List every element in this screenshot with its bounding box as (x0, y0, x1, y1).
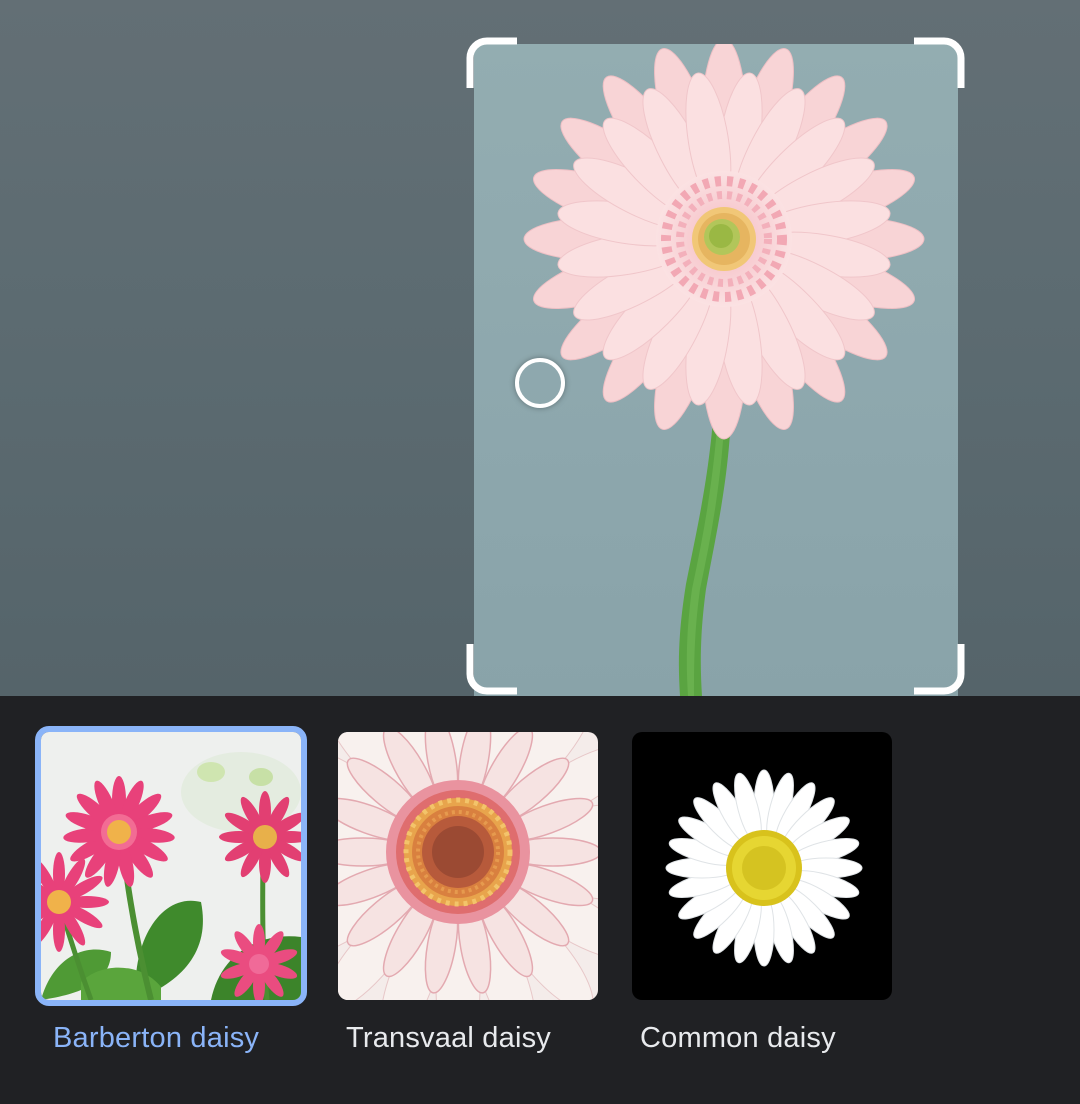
result-label-common-daisy[interactable]: Common daisy (640, 1022, 836, 1055)
result-label-transvaal-daisy[interactable]: Transvaal daisy (346, 1022, 551, 1055)
barberton-daisy-thumbnail (35, 726, 307, 1006)
crop-corner-top-left-handle[interactable] (465, 36, 521, 92)
crop-corner-bottom-left-handle[interactable] (465, 640, 521, 696)
results-sheet: Barberton daisy Transvaal daisy Common d… (0, 696, 1080, 1104)
transvaal-daisy-thumbnail (338, 732, 598, 1000)
crop-corner-bottom-right-handle[interactable] (910, 640, 966, 696)
image-viewer (0, 0, 1080, 696)
common-daisy-thumbnail (632, 732, 892, 1000)
result-label-barberton-daisy[interactable]: Barberton daisy (53, 1022, 259, 1055)
crop-corner-top-right-handle[interactable] (910, 36, 966, 92)
focus-point-circle-icon[interactable] (515, 358, 565, 408)
